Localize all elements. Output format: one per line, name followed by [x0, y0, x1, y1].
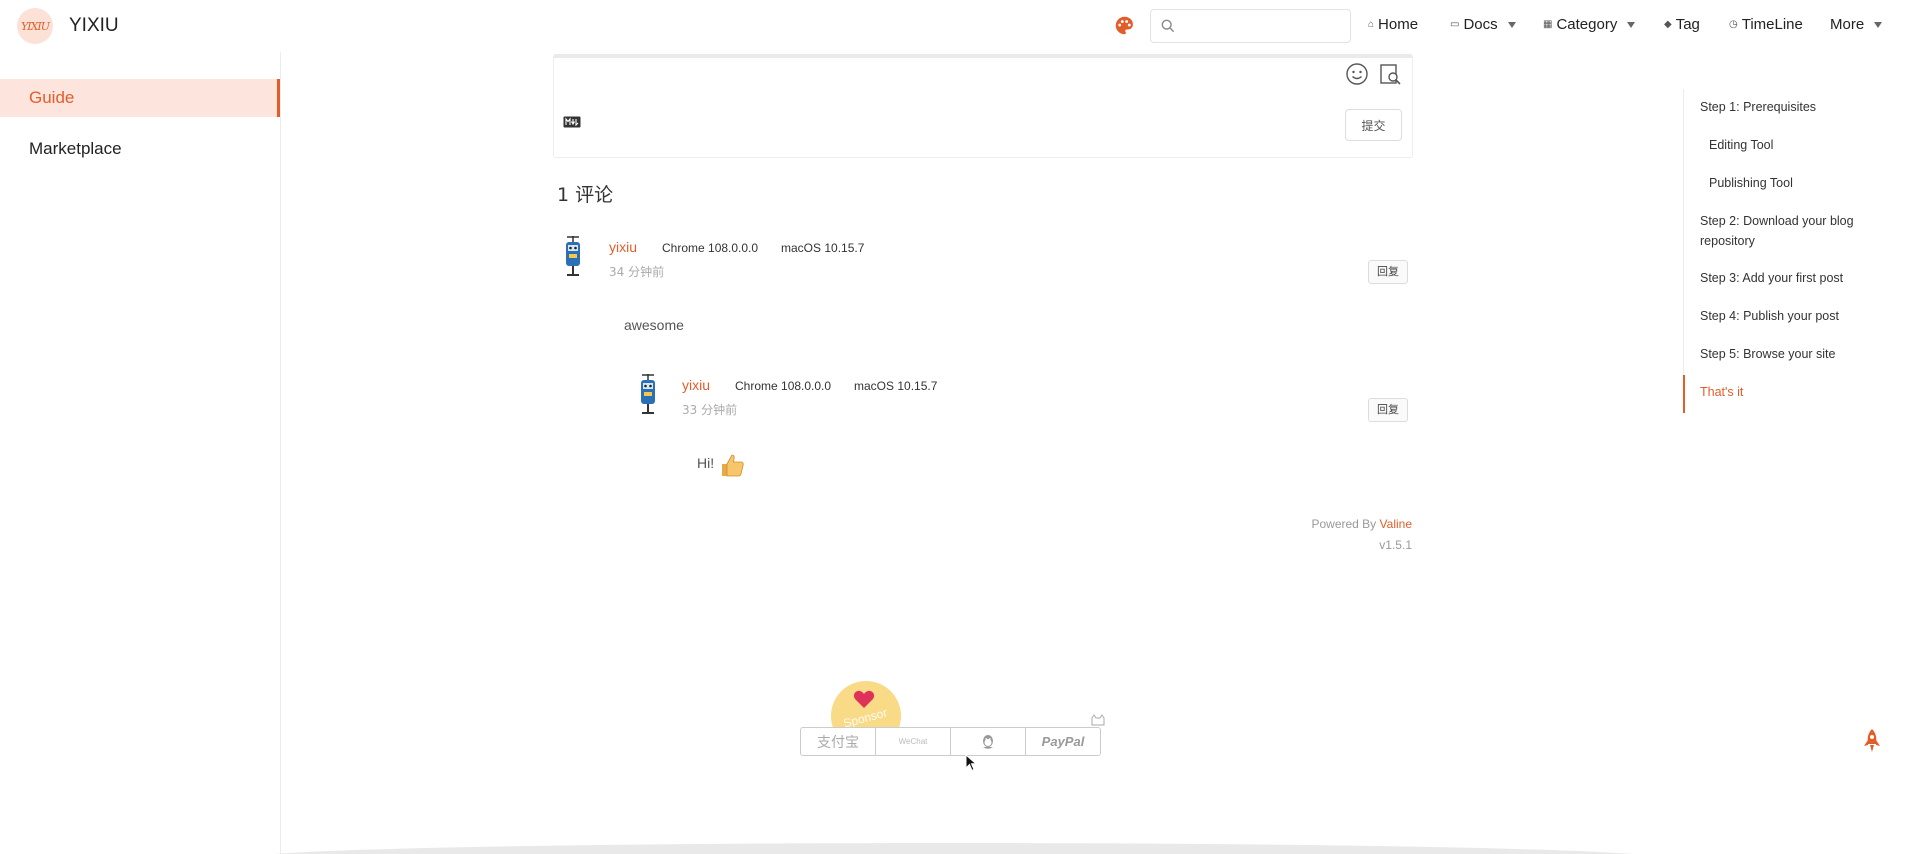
comment-content: awesome — [624, 317, 684, 333]
toc-item[interactable]: Editing Tool — [1709, 135, 1773, 155]
clock-icon: ◷ — [1729, 19, 1738, 30]
avatar — [641, 374, 655, 414]
toc-item[interactable]: That's it — [1700, 382, 1743, 402]
sidebar-item-label: Marketplace — [29, 139, 122, 158]
palette-icon[interactable] — [1114, 15, 1135, 36]
thumbs-up-icon — [722, 454, 744, 477]
alipay-button[interactable]: 支付宝 — [801, 728, 876, 755]
nav-tag[interactable]: ◆ Tag — [1664, 16, 1700, 33]
nav-timeline[interactable]: ◷ TimeLine — [1729, 16, 1803, 33]
logo-icon[interactable]: YIXIU — [17, 8, 53, 44]
markdown-icon[interactable] — [563, 116, 581, 128]
comment-browser: Chrome 108.0.0.0 — [735, 379, 832, 393]
reply-button[interactable]: 回复 — [1368, 398, 1408, 422]
toc-item[interactable]: Step 2: Download your blog repository — [1700, 211, 1890, 251]
book-icon: ▭ — [1450, 19, 1460, 30]
sidebar-item-guide[interactable]: Guide — [0, 79, 280, 117]
qq-pay-button[interactable] — [951, 728, 1026, 755]
nav-timeline-label: TimeLine — [1741, 16, 1803, 33]
toc-item[interactable]: Step 4: Publish your post — [1700, 306, 1839, 326]
navbar: YIXIU YIXIU ⌂ Home ▭ Docs ▦ Category ◆ T… — [0, 0, 1905, 52]
nav-home[interactable]: ⌂ Home — [1368, 16, 1418, 33]
grid-icon: ▦ — [1543, 19, 1553, 30]
emoji-icon[interactable] — [1345, 62, 1369, 86]
chevron-down-icon — [1627, 21, 1636, 28]
chevron-down-icon — [1507, 21, 1516, 28]
cat-icon — [1091, 714, 1105, 726]
comment-os: macOS 10.15.7 — [781, 241, 865, 255]
reply-button[interactable]: 回复 — [1368, 260, 1408, 284]
comment-browser: Chrome 108.0.0.0 — [662, 241, 759, 255]
powered-by: Powered By Valine — [1250, 517, 1412, 531]
tag-icon: ◆ — [1664, 19, 1672, 30]
sidebar-item-label: Guide — [29, 88, 75, 107]
sidebar-item-marketplace[interactable]: Marketplace — [0, 130, 280, 168]
sidebar: Guide Marketplace — [0, 52, 281, 854]
heart-icon — [853, 690, 875, 708]
comment-time: 34 分钟前 — [609, 265, 665, 279]
valine-link[interactable]: Valine — [1380, 517, 1412, 531]
comment-author[interactable]: yixiu — [682, 377, 710, 393]
qq-icon — [983, 734, 993, 749]
nav-tag-label: Tag — [1675, 16, 1700, 33]
rocket-icon[interactable] — [1863, 728, 1881, 754]
comment-editor[interactable]: 提交 — [553, 54, 1413, 158]
search-input[interactable] — [1181, 16, 1341, 36]
submit-button[interactable]: 提交 — [1345, 109, 1402, 141]
toc-item[interactable]: Step 3: Add your first post — [1700, 268, 1843, 288]
home-icon: ⌂ — [1368, 19, 1375, 30]
logo-text: YIXIU — [20, 19, 50, 33]
page-bottom-edge — [248, 843, 1658, 854]
site-title[interactable]: YIXIU — [69, 15, 119, 37]
nav-docs[interactable]: ▭ Docs — [1450, 16, 1516, 33]
comment-content: Hi! — [697, 455, 715, 471]
nav-more-label: More — [1830, 16, 1865, 33]
nav-docs-label: Docs — [1463, 16, 1498, 33]
chevron-down-icon — [1874, 21, 1883, 28]
comment-author[interactable]: yixiu — [609, 239, 637, 255]
comment-count-title: 1 评论 — [557, 184, 614, 206]
comment-os: macOS 10.15.7 — [854, 379, 938, 393]
preview-icon[interactable] — [1378, 62, 1402, 86]
toc-item[interactable]: Step 1: Prerequisites — [1700, 97, 1816, 117]
paypal-button[interactable]: PayPal — [1026, 728, 1100, 755]
comment-time: 33 分钟前 — [682, 403, 738, 417]
search-box[interactable] — [1150, 9, 1351, 43]
nav-category[interactable]: ▦ Category — [1543, 16, 1636, 33]
payment-methods: 支付宝 WeChat PayPal — [800, 727, 1101, 756]
toc-active-indicator — [1683, 375, 1685, 413]
nav-home-label: Home — [1378, 16, 1419, 33]
powered-prefix: Powered By — [1311, 517, 1377, 531]
avatar — [566, 236, 580, 276]
toc-item[interactable]: Publishing Tool — [1709, 173, 1793, 193]
mouse-cursor-icon — [965, 754, 977, 772]
table-of-contents: Step 1: Prerequisites Editing Tool Publi… — [1683, 89, 1905, 413]
wechat-pay-button[interactable]: WeChat — [876, 728, 951, 755]
search-icon — [1161, 19, 1175, 33]
nav-more[interactable]: More — [1830, 16, 1883, 33]
toc-item[interactable]: Step 5: Browse your site — [1700, 344, 1835, 364]
version-label: v1.5.1 — [1379, 538, 1412, 552]
nav-category-label: Category — [1556, 16, 1618, 33]
